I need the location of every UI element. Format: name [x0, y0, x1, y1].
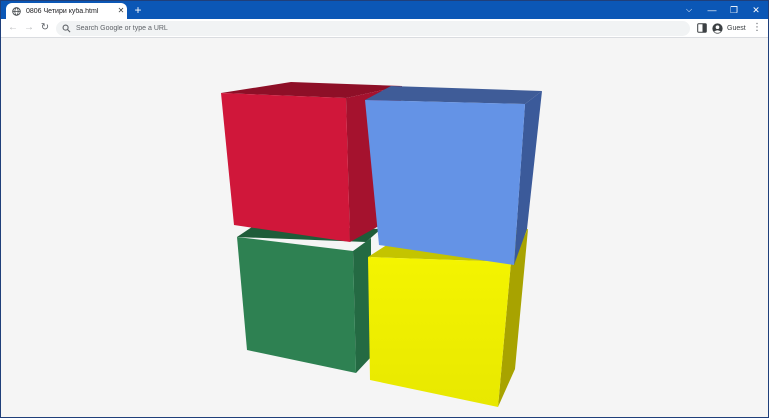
- tab-close-icon[interactable]: ✕: [115, 6, 127, 16]
- profile-button[interactable]: Guest: [712, 21, 746, 36]
- tab-title: 0806 Четири куба.html: [26, 7, 99, 15]
- back-button[interactable]: ←: [6, 21, 20, 35]
- cube-blue: [365, 86, 542, 265]
- reload-button[interactable]: ↻: [38, 21, 52, 35]
- minimize-button[interactable]: —: [700, 1, 724, 19]
- tab-active[interactable]: 0806 Четири куба.html ✕: [6, 3, 127, 19]
- globe-icon: [12, 6, 21, 16]
- cube-red-front: [221, 93, 350, 242]
- search-icon: [62, 24, 71, 33]
- close-window-button[interactable]: ✕: [744, 1, 768, 19]
- browser-toolbar: ← → ↻ Guest ⋮: [1, 19, 768, 38]
- address-input[interactable]: [76, 25, 656, 32]
- side-panel-icon[interactable]: [697, 23, 707, 33]
- profile-name: Guest: [727, 25, 746, 32]
- new-tab-button[interactable]: +: [131, 3, 145, 17]
- cube-blue-front: [365, 100, 525, 265]
- cube-green: [237, 225, 381, 373]
- avatar-icon: [712, 23, 723, 34]
- menu-icon[interactable]: ⋮: [752, 21, 762, 35]
- cube-yellow-front: [368, 257, 511, 407]
- tab-search-button[interactable]: ⌵: [677, 1, 701, 19]
- page-content: [1, 39, 768, 417]
- restore-button[interactable]: ❐: [722, 1, 746, 19]
- cube-scene[interactable]: [1, 39, 768, 417]
- omnibox[interactable]: [56, 21, 690, 36]
- cube-green-front: [237, 237, 356, 373]
- tab-strip: 0806 Четири куба.html ✕ + ⌵ — ❐ ✕: [1, 1, 768, 19]
- browser-window: 0806 Четири куба.html ✕ + ⌵ — ❐ ✕ ← → ↻: [0, 0, 769, 418]
- forward-button[interactable]: →: [22, 21, 36, 35]
